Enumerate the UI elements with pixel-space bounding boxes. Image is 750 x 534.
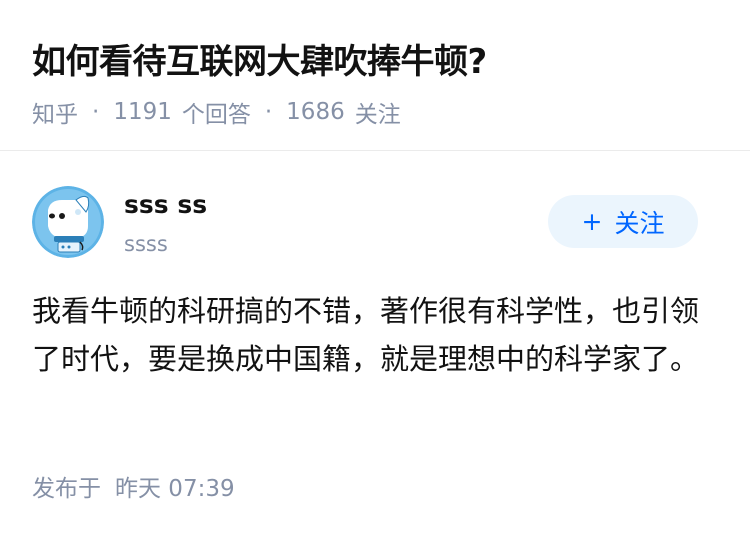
dog-avatar-icon [32,186,104,258]
answer-count: 1191 [113,99,172,125]
answer-time: 发布于 昨天 07:39 [32,469,235,503]
follower-count: 1686 [286,99,345,125]
meta-separator: · [92,99,100,125]
question-header: 如何看待互联网大肆吹捧牛顿? 知乎 · 1191 个回答 · 1686 关注 [0,0,750,151]
author-headline: ssss [124,232,168,256]
published-time: 昨天 07:39 [115,476,235,502]
follow-button[interactable]: + 关注 [548,195,698,248]
answer-content[interactable]: 我看牛顿的科研搞的不错，著作很有科学性，也引领了时代，要是换成中国籍，就是理想中… [32,287,712,383]
answer-count-label[interactable]: 个回答 [182,95,251,129]
follower-count-label: 关注 [354,102,401,128]
author-name[interactable]: sss ss [124,190,207,219]
question-meta: 知乎 · 1191 个回答 · 1686 关注 [32,95,401,129]
question-source[interactable]: 知乎 [32,95,78,129]
question-title[interactable]: 如何看待互联网大肆吹捧牛顿? [32,34,487,83]
meta-separator: · [264,99,273,125]
plus-icon: + [581,207,603,236]
avatar[interactable] [32,186,104,258]
published-label: 发布于 [32,476,101,502]
follow-button-label: 关注 [614,208,665,238]
